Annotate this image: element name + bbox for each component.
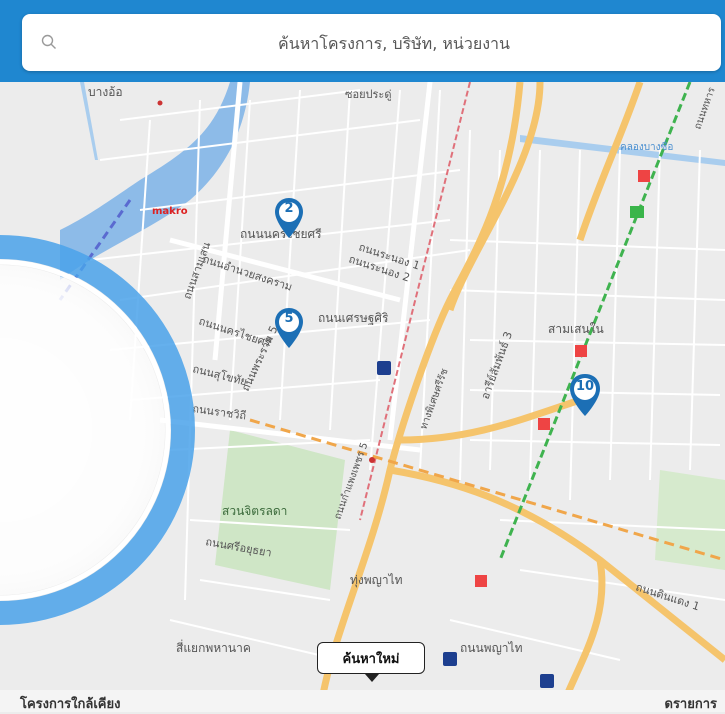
map-label: ทุ่งพญาไท — [350, 573, 403, 588]
map-label: สวนจิตรลดา — [222, 504, 287, 518]
pin-number: 2 — [284, 201, 294, 216]
search-again-button[interactable]: ค้นหาใหม่ — [317, 642, 425, 674]
park-area — [655, 470, 725, 570]
map-label: ถนนพญาไท — [460, 641, 523, 655]
search-icon — [41, 34, 56, 49]
map-label: ถนนเศรษฐศิริ — [318, 311, 389, 325]
map-label: สามเสนใน — [548, 322, 604, 336]
pin-number: 10 — [575, 379, 595, 394]
pin-number: 5 — [284, 311, 294, 326]
bottom-panel-header[interactable]: โครงการใกล้เคียง ดรายการ — [0, 690, 725, 712]
map-view[interactable]: บางอ้อ ซอยประดู่ ถนนนครไชยศรี ถนนระนอง 1… — [0, 0, 725, 712]
project-pin[interactable]: 5 — [273, 306, 305, 352]
search-input[interactable] — [82, 14, 706, 73]
search-bar[interactable] — [22, 14, 721, 73]
project-pin[interactable]: 10 — [568, 372, 600, 418]
map-label: สี่แยกพหานาค — [176, 639, 251, 655]
map-label: คลองบางซื่อ — [620, 139, 673, 153]
project-pin[interactable]: 2 — [273, 196, 305, 242]
search-again-pointer — [365, 674, 379, 682]
nearby-projects-label: โครงการใกล้เคียง — [20, 697, 121, 712]
list-view-link[interactable]: ดรายการ — [665, 693, 718, 714]
map-label: makro — [152, 206, 188, 217]
map-label: บางอ้อ — [88, 85, 123, 99]
map-label: ซอยประดู่ — [345, 88, 391, 101]
